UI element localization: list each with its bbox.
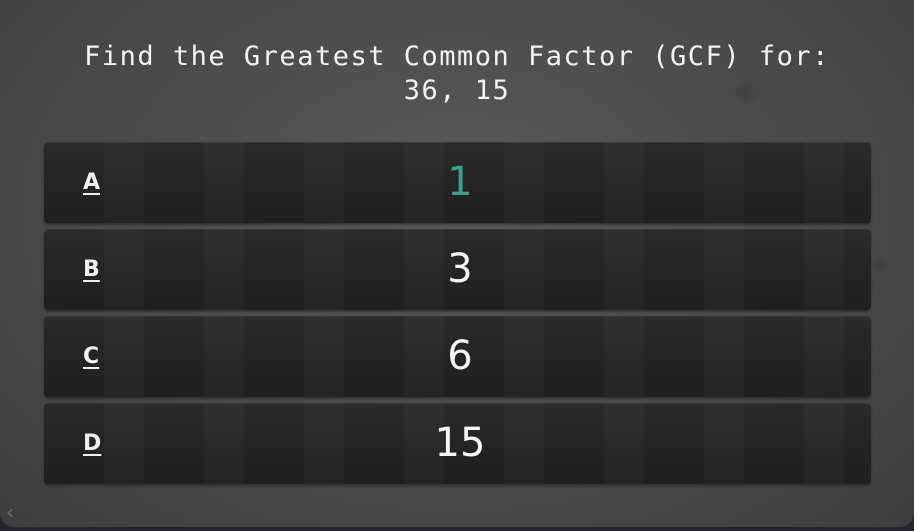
question-line-1: Find the Greatest Common Factor (GCF) fo… xyxy=(84,41,830,72)
question-text: Find the Greatest Common Factor (GCF) fo… xyxy=(0,40,914,108)
answer-option-a[interactable]: A 1 xyxy=(44,142,871,223)
question-line-2: 36, 15 xyxy=(403,75,511,106)
answer-value-d: 15 xyxy=(434,420,486,466)
answer-option-b[interactable]: B 3 xyxy=(44,229,871,310)
answer-value-a: 1 xyxy=(447,159,473,205)
chevron-left-icon[interactable]: ‹ xyxy=(6,502,14,522)
chalkboard-panel: Find the Greatest Common Factor (GCF) fo… xyxy=(0,0,914,527)
answer-option-c[interactable]: C 6 xyxy=(44,316,871,397)
answer-value-b: 3 xyxy=(447,246,473,292)
answer-option-d[interactable]: D 15 xyxy=(44,403,871,484)
answer-value-c: 6 xyxy=(447,333,473,379)
